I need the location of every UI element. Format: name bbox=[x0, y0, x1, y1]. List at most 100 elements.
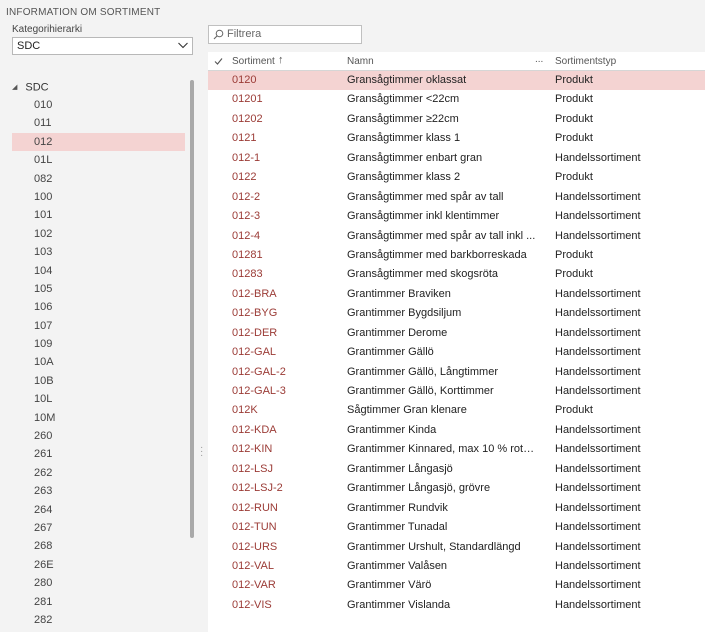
splitter-handle[interactable]: · · · bbox=[200, 443, 203, 461]
cell-namn: Gransågtimmer ≥22cm bbox=[347, 112, 459, 125]
cell-sortiment: 012-3 bbox=[232, 210, 261, 223]
tree-item[interactable]: 012 bbox=[12, 132, 185, 152]
cell-sortiment: 012-KDA bbox=[232, 423, 277, 436]
table-row[interactable]: 012-LSJ-2 Grantimmer Långasjö, grövre Hand… bbox=[208, 479, 705, 498]
table-row[interactable]: 012-RUN Grantimmer Rundvik Handelssortimen… bbox=[208, 499, 705, 518]
grid-body: 0120 Gransågtimmer oklassat Produkt 01201 Gr… bbox=[208, 71, 705, 615]
table-row[interactable]: 012-BRA Grantimmer Braviken Handelssortime… bbox=[208, 285, 705, 304]
table-row[interactable]: 012-3 Gransågtimmer inkl klentimmer Handel… bbox=[208, 207, 705, 226]
tree-item[interactable]: 01L bbox=[12, 151, 185, 169]
table-row[interactable]: 012-4 Gransågtimmer med spår av tall inkl… bbox=[208, 227, 705, 246]
cell-sortimentstyp: Produkt bbox=[555, 112, 593, 125]
tree-item[interactable]: 106 bbox=[12, 298, 185, 316]
table-row[interactable]: 012-VAL Grantimmer Valåsen Handelssortimen… bbox=[208, 557, 705, 576]
tree-item[interactable]: 268 bbox=[12, 537, 185, 555]
cell-sortiment: 0122 bbox=[232, 171, 257, 184]
table-row[interactable]: 01201 Gransågtimmer <22cm Produkt bbox=[208, 90, 705, 109]
tree-item[interactable]: 282 bbox=[12, 611, 185, 629]
sort-ascending-icon[interactable]: ↑ bbox=[278, 54, 284, 66]
select-all-checkmark-icon[interactable] bbox=[214, 57, 223, 66]
tree-scrollbar[interactable] bbox=[190, 80, 194, 538]
sortiment-grid: Sortiment ↑ Namn ... Sortimentstyp 0120 G… bbox=[208, 52, 705, 632]
tree-item[interactable]: 10A bbox=[12, 353, 185, 371]
table-row[interactable]: 0122 Gransågtimmer klass 2 Produkt bbox=[208, 168, 705, 187]
tree-root[interactable]: ◢ SDC bbox=[12, 79, 49, 96]
tree-item[interactable]: 010 bbox=[12, 96, 185, 114]
table-row[interactable]: 012-GAL-2 Grantimmer Gällö, Långtimmer Han… bbox=[208, 363, 705, 382]
tree-item[interactable]: 103 bbox=[12, 243, 185, 261]
tree-item[interactable]: 267 bbox=[12, 519, 185, 537]
collapse-caret-icon[interactable]: ◢ bbox=[12, 79, 17, 96]
column-options-icon[interactable]: ... bbox=[535, 54, 543, 65]
filter-placeholder: Filtrera bbox=[227, 28, 262, 40]
tree-item[interactable]: 102 bbox=[12, 225, 185, 243]
tree-item[interactable]: 262 bbox=[12, 464, 185, 482]
tree-item[interactable]: 105 bbox=[12, 280, 185, 298]
table-row[interactable]: 012-LSJ Grantimmer Långasjö Handelssortime… bbox=[208, 460, 705, 479]
tree-item[interactable]: 109 bbox=[12, 335, 185, 353]
tree-item[interactable]: 10B bbox=[12, 372, 185, 390]
cell-sortimentstyp: Produkt bbox=[555, 74, 593, 86]
column-header-sortiment[interactable]: Sortiment bbox=[232, 56, 275, 67]
table-row[interactable]: 012-2 Gransågtimmer med spår av tall Hande… bbox=[208, 188, 705, 207]
tree-item[interactable]: 281 bbox=[12, 593, 185, 611]
table-row[interactable]: 012-GAL Grantimmer Gällö Handelssortiment bbox=[208, 343, 705, 362]
tree-item[interactable]: 011 bbox=[12, 114, 185, 132]
column-header-namn[interactable]: Namn bbox=[347, 56, 374, 67]
table-row[interactable]: 01283 Gransågtimmer med skogsröta Produkt bbox=[208, 265, 705, 284]
column-header-sortimentstyp[interactable]: Sortimentstyp bbox=[555, 56, 616, 67]
cell-sortiment: 012-URS bbox=[232, 540, 278, 553]
tree-item[interactable]: 10L bbox=[12, 390, 185, 408]
table-row[interactable]: 012K Sågtimmer Gran klenare Produkt bbox=[208, 401, 705, 420]
hierarchy-select-value: SDC bbox=[17, 40, 41, 52]
tree-item[interactable]: 10M bbox=[12, 409, 185, 427]
table-row[interactable]: 012-1 Gransågtimmer enbart gran Handelssor… bbox=[208, 149, 705, 168]
cell-namn: Gransågtimmer enbart gran bbox=[347, 151, 483, 164]
table-row[interactable]: 012-BYG Grantimmer Bygdsiljum Handelssorti… bbox=[208, 304, 705, 323]
tree-item[interactable]: 264 bbox=[12, 501, 185, 519]
table-row[interactable]: 012-KIN Grantimmer Kinnared, max 10 % rot… bbox=[208, 440, 705, 459]
cell-sortimentstyp: Handelssortiment bbox=[555, 151, 641, 164]
tree-item[interactable]: 082 bbox=[12, 170, 185, 188]
cell-sortimentstyp: Handelssortiment bbox=[555, 540, 641, 553]
table-row[interactable]: 012-VIS Grantimmer Vislanda Handelssortime… bbox=[208, 596, 705, 615]
cell-namn: Gransågtimmer <22cm bbox=[347, 93, 460, 106]
tree-item[interactable]: 107 bbox=[12, 317, 185, 335]
cell-sortimentstyp: Handelssortiment bbox=[555, 423, 641, 436]
cell-namn: Grantimmer Långasjö bbox=[347, 462, 453, 475]
chevron-down-icon bbox=[178, 42, 188, 49]
table-row[interactable]: 01281 Gransågtimmer med barkborreskada Pro… bbox=[208, 246, 705, 265]
cell-sortiment: 01281 bbox=[232, 248, 263, 261]
table-row[interactable]: 012-TUN Grantimmer Tunadal Handelssortimen… bbox=[208, 518, 705, 537]
tree-item[interactable]: 101 bbox=[12, 206, 185, 224]
tree-item[interactable]: 26E bbox=[12, 556, 185, 574]
cell-sortiment: 012-BRA bbox=[232, 287, 277, 300]
table-row[interactable]: 012-URS Grantimmer Urshult, Standardlängd… bbox=[208, 538, 705, 557]
cell-namn: Grantimmer Urshult, Standardlängd bbox=[347, 540, 521, 553]
cell-namn: Grantimmer Gällö, Långtimmer bbox=[347, 365, 498, 378]
cell-sortimentstyp: Handelssortiment bbox=[555, 307, 641, 320]
tree-items: 010 011 012 01L 082 100 101 102 103 104 105 106 107 1… bbox=[12, 96, 185, 629]
table-row[interactable]: 0120 Gransågtimmer oklassat Produkt bbox=[208, 71, 705, 91]
hierarchy-select[interactable]: SDC bbox=[12, 37, 193, 55]
cell-namn: Sågtimmer Gran klenare bbox=[347, 404, 467, 417]
tree-item[interactable]: 261 bbox=[12, 445, 185, 463]
table-row[interactable]: 012-VAR Grantimmer Värö Handelssortiment bbox=[208, 576, 705, 595]
cell-namn: Grantimmer Tunadal bbox=[347, 521, 448, 534]
cell-sortimentstyp: Handelssortiment bbox=[555, 579, 641, 592]
table-row[interactable]: 012-GAL-3 Grantimmer Gällö, Korttimmer Han… bbox=[208, 382, 705, 401]
tree-item[interactable]: 260 bbox=[12, 427, 185, 445]
cell-sortiment: 012-GAL-3 bbox=[232, 385, 286, 397]
tree-item[interactable]: 100 bbox=[12, 188, 185, 206]
tree-item[interactable]: 104 bbox=[12, 262, 185, 280]
search-icon bbox=[213, 29, 224, 40]
table-row[interactable]: 012-DER Grantimmer Derome Handelssortiment bbox=[208, 324, 705, 343]
table-row[interactable]: 0121 Gransågtimmer klass 1 Produkt bbox=[208, 129, 705, 148]
cell-sortiment: 012-4 bbox=[232, 229, 261, 242]
table-row[interactable]: 01202 Gransågtimmer ≥22cm Produkt bbox=[208, 110, 705, 129]
table-row[interactable]: 012-KDA Grantimmer Kinda Handelssortiment bbox=[208, 421, 705, 440]
tree-item[interactable]: 263 bbox=[12, 482, 185, 500]
tree-item[interactable]: 280 bbox=[12, 574, 185, 592]
cell-namn: Grantimmer Valåsen bbox=[347, 559, 448, 572]
filter-input[interactable]: Filtrera bbox=[208, 25, 362, 44]
